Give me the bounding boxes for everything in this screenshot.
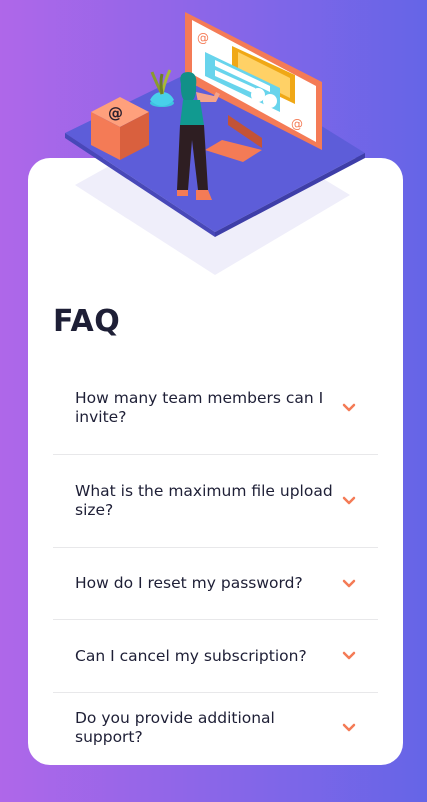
faq-item[interactable]: How many team members can I invite? (53, 362, 378, 455)
faq-question[interactable]: How many team members can I invite? (75, 389, 334, 427)
faq-item[interactable]: What is the maximum file upload size? (53, 455, 378, 548)
at-sign-icon: @ (197, 31, 209, 45)
faq-question[interactable]: Do you provide additional support? (75, 709, 334, 747)
faq-item[interactable]: Can I cancel my subscription? (53, 620, 378, 693)
faq-question[interactable]: How do I reset my password? (75, 574, 303, 593)
woman-at-computer-illustration: @ @ @ (65, 12, 365, 275)
page-title: FAQ (53, 304, 121, 339)
faq-list: How many team members can I invite? What… (53, 362, 378, 763)
faq-question[interactable]: What is the maximum file upload size? (75, 482, 334, 520)
at-sign-icon: @ (108, 104, 123, 122)
faq-item[interactable]: Do you provide additional support? (53, 693, 378, 763)
chevron-down-icon[interactable] (342, 723, 356, 733)
woman-top (180, 100, 204, 125)
at-sign-icon: @ (291, 117, 303, 131)
chevron-down-icon[interactable] (342, 579, 356, 589)
faq-item[interactable]: How do I reset my password? (53, 548, 378, 620)
chevron-down-icon[interactable] (342, 496, 356, 506)
faq-question[interactable]: Can I cancel my subscription? (75, 647, 307, 666)
chevron-down-icon[interactable] (342, 403, 356, 413)
chevron-down-icon[interactable] (342, 651, 356, 661)
